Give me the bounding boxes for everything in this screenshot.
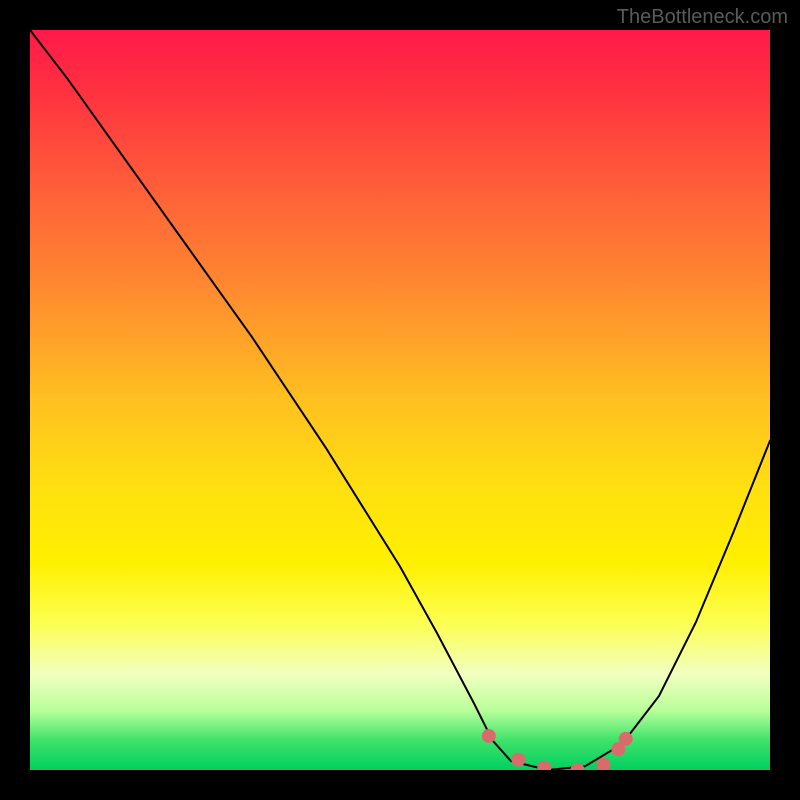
highlight-dots-group [482, 729, 633, 770]
highlight-dot [511, 753, 525, 767]
chart-frame: TheBottleneck.com [0, 0, 800, 800]
chart-svg [30, 30, 770, 770]
highlight-dot [597, 758, 611, 770]
highlight-dot [619, 732, 633, 746]
highlight-dot [482, 729, 496, 743]
chart-plot-area [30, 30, 770, 770]
curve-line [30, 30, 770, 770]
highlight-dot [537, 761, 551, 770]
highlight-dot [571, 763, 585, 770]
watermark-text: TheBottleneck.com [617, 6, 788, 29]
